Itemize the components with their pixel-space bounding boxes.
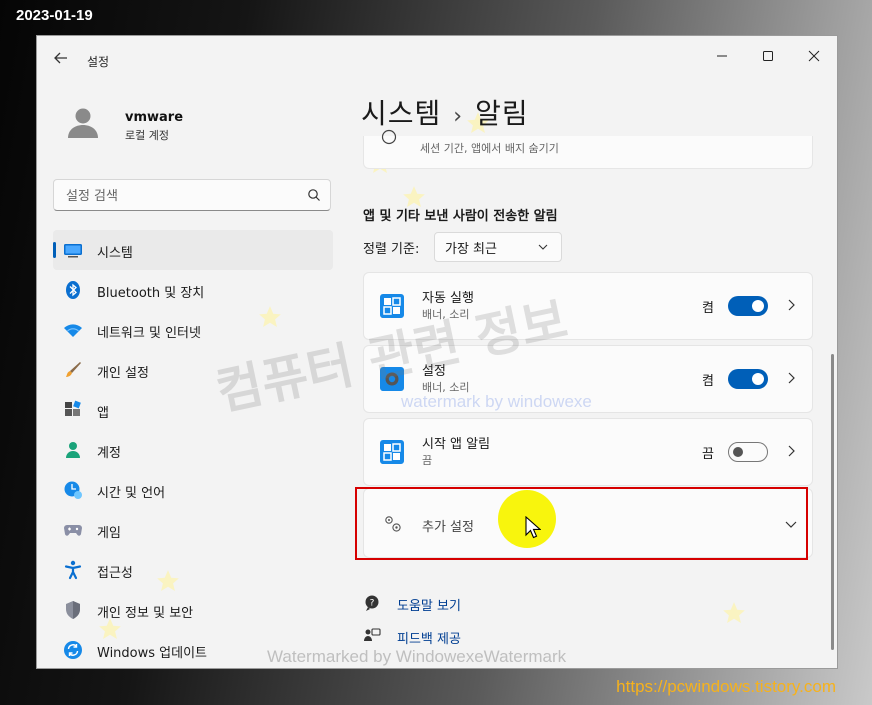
sidebar-item-personalization[interactable]: 개인 설정	[53, 350, 333, 390]
back-arrow-icon	[54, 52, 67, 64]
user-name: vmware	[125, 110, 184, 125]
back-button[interactable]	[51, 50, 71, 70]
sidebar-item-label: Windows 업데이트	[97, 646, 208, 661]
autoplay-app-icon	[380, 294, 404, 318]
settings-app-icon	[380, 367, 404, 391]
app-name: 설정	[422, 364, 446, 379]
sidebar-nav: 시스템 Bluetooth 및 장치 네트워크 및 인터넷 개인 설정 앱 계정…	[53, 230, 333, 668]
close-button[interactable]	[791, 42, 837, 72]
search-input[interactable]	[64, 186, 298, 206]
sidebar-item-system[interactable]: 시스템	[53, 230, 333, 270]
help-link-text[interactable]: 도움말 보기	[397, 595, 461, 614]
sort-dropdown[interactable]: 가장 최근	[434, 232, 562, 262]
sidebar-item-apps[interactable]: 앱	[53, 390, 333, 430]
app-name: 자동 실행	[422, 291, 474, 306]
sidebar-item-label: 시스템	[97, 246, 133, 261]
sidebar-item-label: 계정	[97, 446, 121, 461]
breadcrumb-separator: ›	[453, 104, 464, 129]
sidebar-item-label: 앱	[97, 406, 109, 421]
focus-timer-icon	[381, 129, 397, 145]
search-box[interactable]	[53, 179, 331, 211]
svg-text:?: ?	[370, 599, 375, 609]
additional-settings-label: 추가 설정	[422, 520, 474, 535]
account-icon	[66, 442, 80, 458]
chevron-right-icon[interactable]	[784, 298, 798, 312]
settings-window: 설정 vmware 로컬 계정 시스템 Bluetooth 및 장치	[36, 35, 838, 669]
mouse-cursor-icon	[525, 516, 541, 539]
breadcrumb-parent[interactable]: 시스템	[361, 97, 441, 130]
toggle-state-label: 켬	[702, 374, 714, 389]
apps-icon	[65, 400, 81, 416]
sidebar-item-label: 개인 정보 및 보안	[97, 606, 194, 621]
brush-icon	[66, 362, 81, 377]
page-title: 시스템 › 알림	[361, 92, 529, 132]
time-language-icon	[64, 481, 82, 499]
maximize-icon	[763, 51, 773, 61]
startup-app-icon	[380, 440, 404, 464]
sort-label: 정렬 기준:	[363, 242, 420, 257]
toggle-state-label: 켬	[702, 301, 714, 316]
bluetooth-icon	[66, 281, 80, 299]
accessibility-icon	[64, 560, 82, 580]
app-notification-types: 배너, 소리	[422, 308, 470, 321]
feedback-icon	[364, 628, 381, 641]
active-indicator	[53, 242, 56, 258]
app-notification-types: 끔	[422, 454, 433, 467]
chevron-down-icon[interactable]	[784, 517, 798, 531]
gears-icon	[385, 516, 401, 532]
minimize-icon	[717, 55, 727, 57]
title-bar: 설정	[37, 36, 837, 84]
sidebar-item-windows-update[interactable]: Windows 업데이트	[53, 630, 333, 668]
close-icon	[808, 50, 820, 62]
gamepad-icon	[64, 525, 82, 536]
site-url-label: https://pcwindows.tistory.com	[616, 677, 836, 696]
shield-icon	[66, 601, 80, 619]
sidebar-item-label: 시간 및 언어	[97, 486, 166, 501]
chevron-right-icon[interactable]	[784, 371, 798, 385]
sidebar-item-label: 개인 설정	[97, 366, 149, 381]
sidebar-item-label: Bluetooth 및 장치	[97, 286, 205, 301]
update-icon	[64, 641, 82, 659]
system-display-icon	[64, 244, 82, 258]
sidebar-item-label: 접근성	[97, 566, 133, 581]
wifi-icon	[64, 324, 82, 337]
notification-toggle[interactable]	[728, 442, 768, 462]
focus-settings-row[interactable]: 세션 기간, 앱에서 배지 숨기기	[363, 129, 813, 169]
app-row-settings[interactable]: 설정 배너, 소리 켬	[363, 345, 813, 413]
row-description: 세션 기간, 앱에서 배지 숨기기	[420, 142, 559, 155]
sidebar-item-network[interactable]: 네트워크 및 인터넷	[53, 310, 333, 350]
app-row-autoplay[interactable]: 자동 실행 배너, 소리 켬	[363, 272, 813, 340]
minimize-button[interactable]	[699, 42, 745, 72]
notification-toggle[interactable]	[728, 369, 768, 389]
sidebar-item-privacy-security[interactable]: 개인 정보 및 보안	[53, 590, 333, 630]
chevron-down-icon	[538, 244, 548, 250]
section-heading: 앱 및 기타 보낸 사람이 전송한 알림	[363, 209, 558, 224]
breadcrumb-current: 알림	[475, 97, 529, 130]
search-icon[interactable]	[306, 187, 322, 203]
sidebar-item-time-language[interactable]: 시간 및 언어	[53, 470, 333, 510]
app-notification-types: 배너, 소리	[422, 381, 470, 394]
sidebar-item-bluetooth[interactable]: Bluetooth 및 장치	[53, 270, 333, 310]
sort-value: 가장 최근	[445, 242, 497, 257]
chevron-right-icon[interactable]	[784, 444, 798, 458]
feedback-link-text[interactable]: 피드백 제공	[397, 628, 461, 647]
help-icon: ?	[365, 595, 379, 611]
additional-settings-row[interactable]: 추가 설정	[363, 488, 813, 558]
app-name: 시작 앱 알림	[422, 437, 491, 452]
notification-toggle[interactable]	[728, 296, 768, 316]
star-decoration-icon	[723, 602, 745, 623]
maximize-button[interactable]	[745, 42, 791, 72]
app-row-startup-apps[interactable]: 시작 앱 알림 끔 끔	[363, 418, 813, 486]
date-label: 2023-01-19	[16, 7, 93, 24]
sidebar-item-label: 게임	[97, 526, 121, 541]
sidebar-item-gaming[interactable]: 게임	[53, 510, 333, 550]
avatar[interactable]	[65, 104, 101, 140]
app-title: 설정	[87, 55, 110, 69]
toggle-state-label: 끔	[702, 447, 714, 462]
account-type: 로컬 계정	[125, 129, 169, 142]
scrollbar[interactable]	[831, 354, 834, 650]
sidebar-item-accessibility[interactable]: 접근성	[53, 550, 333, 590]
sidebar-item-label: 네트워크 및 인터넷	[97, 326, 201, 341]
sidebar-item-accounts[interactable]: 계정	[53, 430, 333, 470]
